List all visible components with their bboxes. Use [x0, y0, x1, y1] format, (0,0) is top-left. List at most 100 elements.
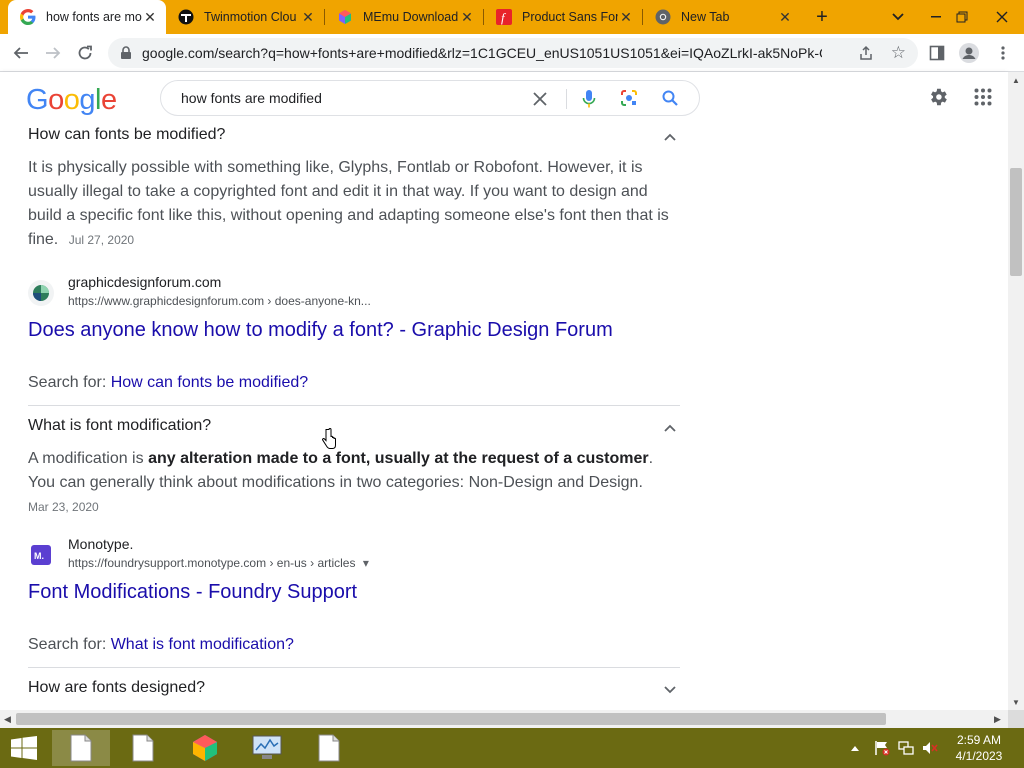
- tab-strip: how fonts are mo ✕ Twinmotion Clou ✕ MEm…: [0, 0, 1024, 34]
- tab-product-sans[interactable]: f Product Sans For ✕: [484, 0, 642, 34]
- tab-title: MEmu Download: [363, 10, 459, 24]
- horizontal-scrollbar[interactable]: ◀ ▶: [0, 710, 1008, 728]
- lock-icon[interactable]: [120, 46, 132, 65]
- google-header: Google how fonts are modified: [0, 72, 1008, 124]
- google-g-icon: [20, 9, 36, 25]
- tab-twinmotion[interactable]: Twinmotion Clou ✕: [166, 0, 324, 34]
- result-source-2[interactable]: M. Monotype. https://foundrysupport.mono…: [28, 536, 680, 576]
- answer-text-bold: any alteration made to a font, usually a…: [148, 450, 649, 467]
- scroll-down-arrow-icon[interactable]: ▼: [1012, 698, 1020, 707]
- tab-title: Twinmotion Clou: [204, 10, 297, 24]
- search-input[interactable]: how fonts are modified: [181, 90, 322, 106]
- hand-cursor-icon: [322, 428, 336, 455]
- microphone-icon[interactable]: [582, 89, 596, 114]
- chevron-up-icon[interactable]: [664, 128, 676, 146]
- scroll-up-arrow-icon[interactable]: ▲: [1012, 76, 1020, 85]
- settings-gear-icon[interactable]: [927, 86, 949, 113]
- vertical-scroll-thumb[interactable]: [1010, 168, 1022, 276]
- tab-search-chevron-icon[interactable]: [882, 0, 914, 34]
- search-for-link[interactable]: What is font modification?: [111, 636, 294, 653]
- clock-date: 4/1/2023: [955, 749, 1003, 763]
- tab-close-icon[interactable]: ✕: [777, 9, 793, 25]
- taskbar-clock[interactable]: 2:59 AM 4/1/2023: [950, 732, 1008, 764]
- faq-question-3[interactable]: How are fonts designed?: [28, 679, 680, 701]
- back-arrow-icon[interactable]: [8, 40, 34, 66]
- profile-avatar-icon[interactable]: [956, 40, 982, 66]
- faq-answer-2: A modification is any alteration made to…: [28, 447, 680, 495]
- chrome-icon: [655, 9, 671, 25]
- taskbar-network-monitor-icon[interactable]: [238, 730, 296, 766]
- taskbar-file-app-3[interactable]: [300, 730, 358, 766]
- taskbar-memu-icon[interactable]: [176, 730, 234, 766]
- clear-search-icon[interactable]: [533, 87, 547, 112]
- tab-new-tab[interactable]: New Tab ✕: [643, 0, 801, 34]
- vertical-scrollbar[interactable]: ▲ ▼: [1008, 72, 1024, 710]
- network-icon[interactable]: [898, 728, 914, 768]
- tab-title: Product Sans For: [522, 10, 618, 24]
- search-for-2: Search for: What is font modification?: [28, 636, 294, 654]
- forward-arrow-icon[interactable]: [40, 40, 66, 66]
- source-url: https://foundrysupport.monotype.com › en…: [68, 556, 369, 570]
- answer-date: Mar 23, 2020: [28, 500, 99, 514]
- tab-close-icon[interactable]: ✕: [142, 9, 158, 25]
- search-for-link[interactable]: How can fonts be modified?: [111, 374, 308, 391]
- share-icon[interactable]: [858, 45, 874, 66]
- tab-close-icon[interactable]: ✕: [618, 9, 634, 25]
- source-name: Monotype.: [68, 536, 134, 552]
- horizontal-scroll-thumb[interactable]: [16, 713, 886, 725]
- new-tab-plus-icon[interactable]: +: [810, 5, 834, 29]
- tab-title: New Tab: [681, 10, 730, 24]
- tab-close-icon[interactable]: ✕: [459, 9, 475, 25]
- action-center-flag-icon[interactable]: [874, 728, 890, 768]
- faq-answer-1: It is physically possible with something…: [28, 156, 680, 252]
- faq-question-text: How are fonts designed?: [28, 679, 205, 696]
- address-bar[interactable]: google.com/search?q=how+fonts+are+modifi…: [108, 38, 918, 68]
- bookmark-star-icon[interactable]: ☆: [891, 43, 906, 63]
- google-logo[interactable]: Google: [26, 84, 117, 117]
- faq-question-text: What is font modification?: [28, 417, 212, 434]
- fontsmith-icon: f: [496, 9, 512, 25]
- menu-kebab-icon[interactable]: [990, 40, 1016, 66]
- result-link-1[interactable]: Does anyone know how to modify a font? -…: [28, 319, 613, 342]
- more-options-caret-icon[interactable]: ▾: [363, 556, 369, 570]
- faq-question-1[interactable]: How can fonts be modified?: [28, 126, 680, 148]
- taskbar-file-app-2[interactable]: [114, 730, 172, 766]
- faq-question-2[interactable]: What is font modification?: [28, 417, 680, 439]
- side-panel-icon[interactable]: [924, 40, 950, 66]
- windows-taskbar: 2:59 AM 4/1/2023: [0, 728, 1024, 768]
- google-apps-grid-icon[interactable]: [974, 88, 992, 111]
- search-for-1: Search for: How can fonts be modified?: [28, 374, 308, 392]
- scroll-left-arrow-icon[interactable]: ◀: [4, 714, 11, 725]
- tab-google-search[interactable]: how fonts are mo ✕: [8, 0, 166, 34]
- monotype-icon: M.: [28, 542, 54, 568]
- scroll-right-arrow-icon[interactable]: ▶: [994, 714, 1001, 725]
- chevron-up-icon[interactable]: [664, 419, 676, 437]
- graphicdesignforum-icon: [28, 280, 54, 306]
- memu-icon: [337, 9, 353, 25]
- volume-muted-icon[interactable]: [922, 728, 938, 768]
- restore-icon[interactable]: [946, 0, 978, 34]
- chevron-down-icon[interactable]: [664, 681, 676, 699]
- search-icon[interactable]: [661, 89, 679, 112]
- divider: [28, 667, 680, 668]
- windows-start-icon[interactable]: [0, 730, 48, 766]
- source-url: https://www.graphicdesignforum.com › doe…: [68, 294, 371, 308]
- search-box-divider: [566, 89, 567, 109]
- search-for-label: Search for:: [28, 636, 111, 653]
- search-box[interactable]: how fonts are modified: [160, 80, 700, 116]
- result-source-1[interactable]: graphicdesignforum.com https://www.graph…: [28, 274, 680, 314]
- reload-icon[interactable]: [72, 40, 98, 66]
- tab-close-icon[interactable]: ✕: [300, 9, 316, 25]
- tab-memu[interactable]: MEmu Download ✕: [325, 0, 483, 34]
- source-url-text: https://foundrysupport.monotype.com › en…: [68, 556, 356, 570]
- taskbar-file-app-1[interactable]: [52, 730, 110, 766]
- scrollbar-corner: [1008, 710, 1024, 728]
- tray-overflow-arrow-icon[interactable]: [850, 728, 860, 768]
- faq-question-text: How can fonts be modified?: [28, 126, 226, 143]
- google-lens-icon[interactable]: [620, 89, 638, 112]
- search-results: How can fonts be modified? It is physica…: [0, 124, 1008, 710]
- source-name: graphicdesignforum.com: [68, 274, 222, 290]
- result-link-2[interactable]: Font Modifications - Foundry Support: [28, 581, 357, 604]
- close-window-icon[interactable]: [984, 0, 1020, 34]
- tab-title: how fonts are mo: [46, 10, 142, 24]
